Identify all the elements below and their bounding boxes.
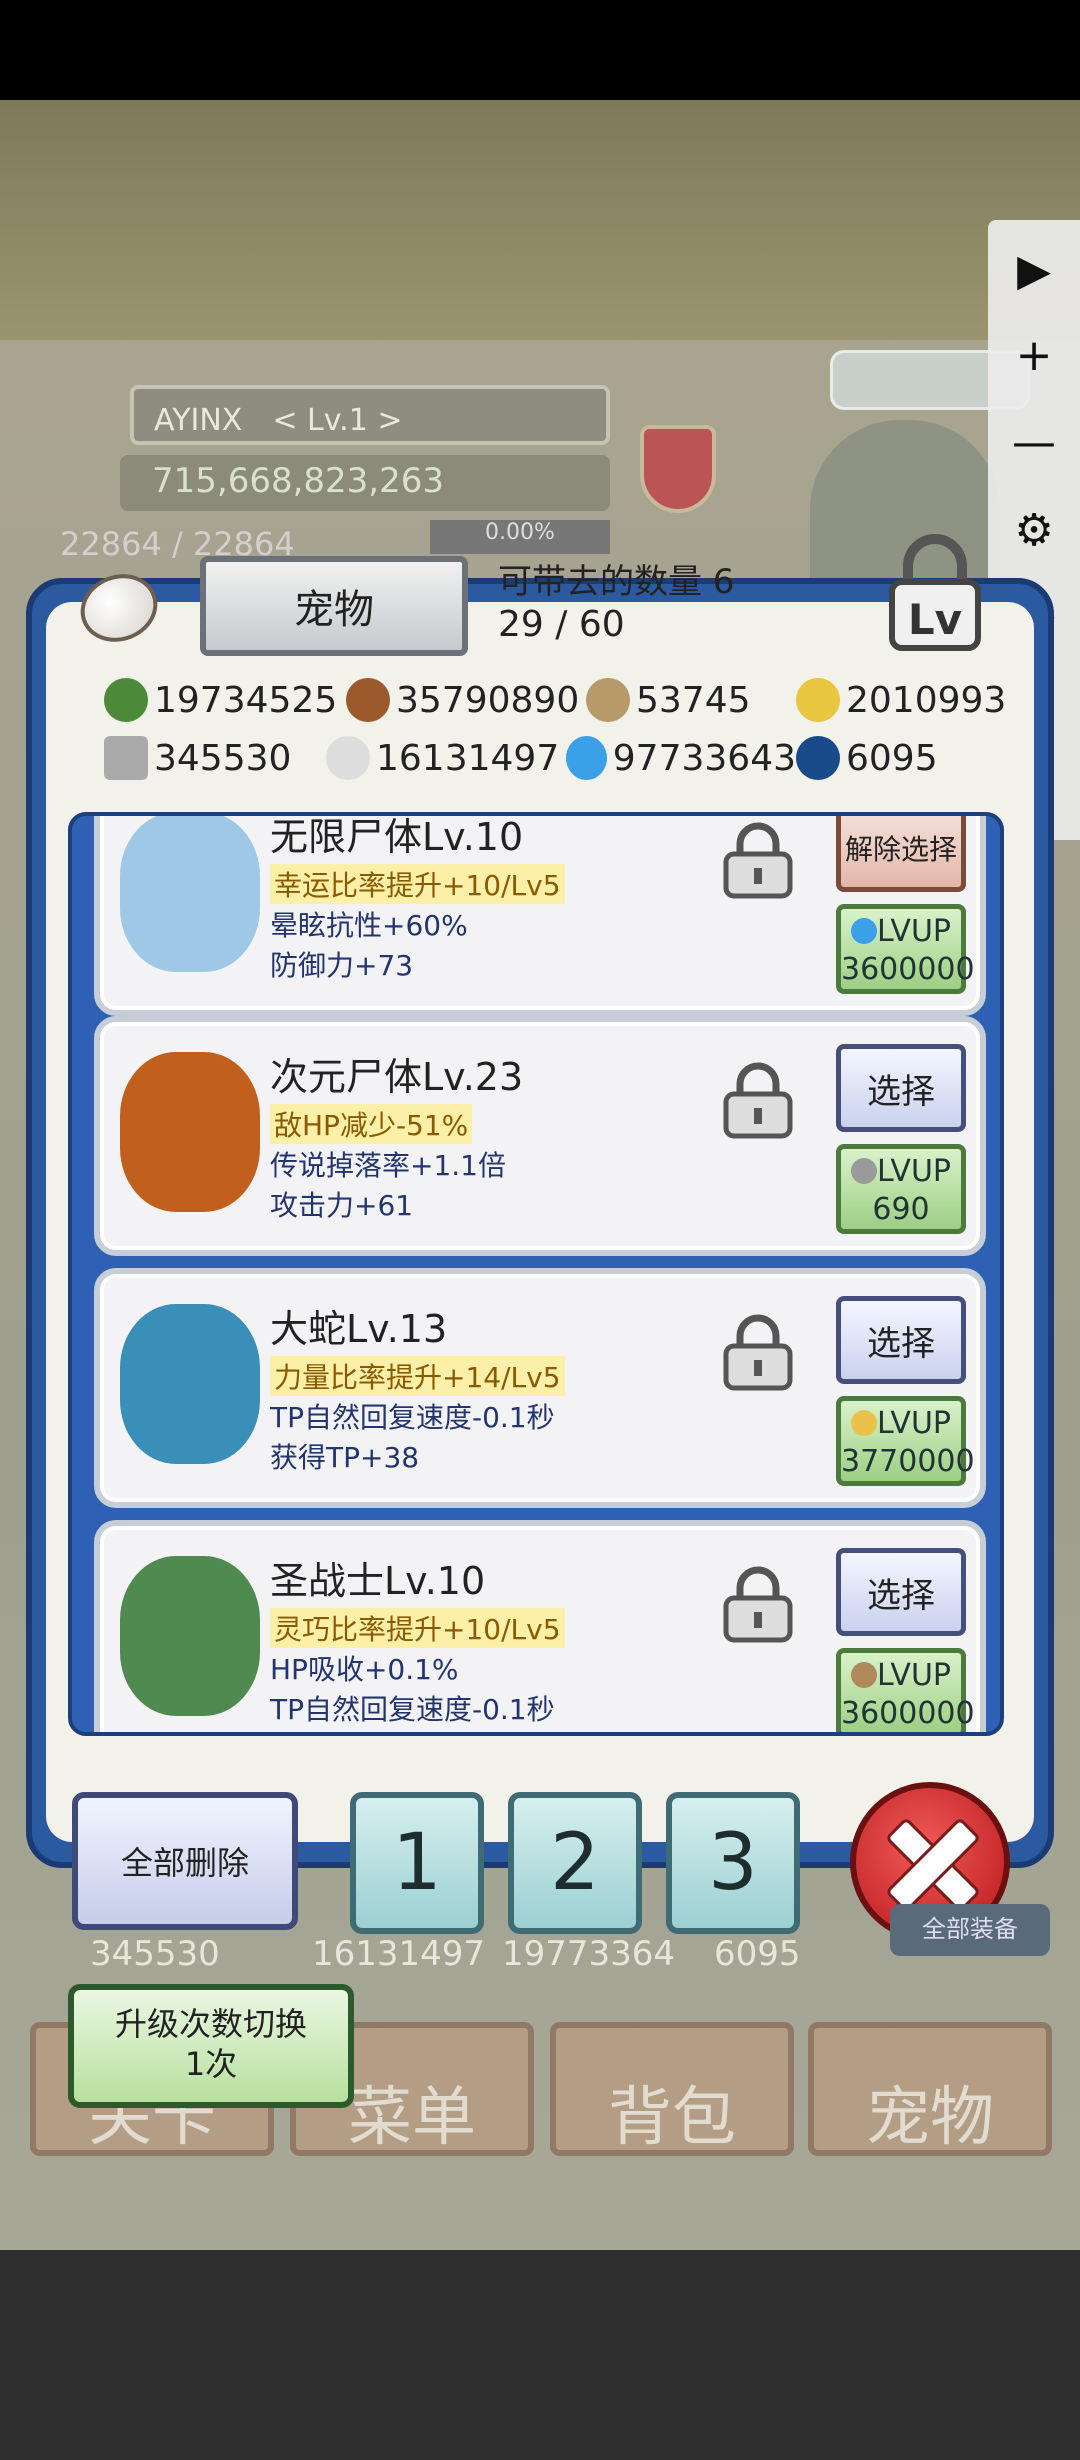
plus-icon[interactable]: + (988, 315, 1080, 395)
carry-ratio: 29 / 60 (498, 604, 625, 645)
drop-icon (796, 678, 840, 722)
lvup-button[interactable]: LVUP 3770000 (836, 1396, 975, 1486)
pet-stat-primary: 敌HP减少-51% (270, 1104, 473, 1144)
lvup-label: LVUP (877, 1658, 951, 1693)
pet-stat-primary: 力量比率提升+14/Lv5 (270, 1356, 565, 1396)
flame-icon (851, 918, 877, 944)
delete-all-button[interactable]: 全部删除 (72, 1792, 298, 1930)
drop-icon (851, 1410, 877, 1436)
resource-flame: 97733643 (612, 737, 796, 779)
lvup-cost: 3600000 (841, 1696, 975, 1731)
tab-bag[interactable]: 背包 (550, 2022, 794, 2156)
pet-stat-secondary: 晕眩抗性+60% (270, 909, 468, 942)
pet-stat-secondary: 传说掉落率+1.1倍 (270, 1149, 506, 1182)
deselect-button[interactable]: 解除选择 (836, 816, 966, 892)
pet-stat-secondary: TP自然回复速度-0.1秒 (270, 1401, 555, 1434)
carry-count-label: 可带去的数量 6 (498, 562, 735, 602)
resource-row-2: 345530 16131497 97733643 6095 (104, 736, 938, 780)
pet-name: 大蛇Lv.13 (270, 1307, 448, 1351)
lvup-label: LVUP (877, 914, 951, 949)
bottom-resource-row: 345530 16131497 19773364 6095 (46, 1934, 801, 1974)
lock-icon[interactable] (720, 1312, 796, 1392)
flame-icon (566, 736, 607, 780)
lvup-label: LVUP (877, 1154, 951, 1189)
preset-slot-3-button[interactable]: 3 (666, 1792, 800, 1934)
scene-background-bottom (0, 2250, 1080, 2460)
upgrade-toggle-title: 升级次数切换 (114, 2005, 307, 2043)
dialog-title: 宠物 (200, 556, 468, 656)
stone-icon (326, 736, 370, 780)
scene-background-top (0, 100, 1080, 340)
bottom-resource-stone: 16131497 (312, 1934, 486, 1974)
lock-level-icon[interactable]: Lv (880, 532, 990, 652)
minus-icon[interactable]: — (988, 402, 1080, 482)
lvup-button[interactable]: LVUP 690 (836, 1144, 966, 1234)
pet-card: 次元尸体Lv.23 敌HP减少-51% 传说掉落率+1.1倍 攻击力+61 选择… (94, 1016, 986, 1256)
pet-list[interactable]: 无限尸体Lv.10 幸运比率提升+10/Lv5 晕眩抗性+60% 防御力+73 … (68, 812, 1004, 1736)
pet-avatar (120, 1304, 260, 1464)
upgrade-count-toggle-button[interactable]: 升级次数切换 1次 (68, 1984, 354, 2108)
pet-name: 次元尸体Lv.23 (270, 1055, 524, 1099)
plank-icon (586, 678, 630, 722)
preset-slot-2-button[interactable]: 2 (508, 1792, 642, 1934)
plank-icon (851, 1662, 877, 1688)
player-name-bar: AYINX < Lv.1 > (130, 385, 610, 445)
lvup-cost: 3770000 (841, 1444, 975, 1479)
lvup-cost: 690 (872, 1192, 930, 1227)
bottom-resource-orb: 6095 (714, 1934, 801, 1974)
upgrade-toggle-value: 1次 (184, 2045, 238, 2083)
ingot-icon (104, 736, 148, 780)
pet-card: 大蛇Lv.13 力量比率提升+14/Lv5 TP自然回复速度-0.1秒 获得TP… (94, 1268, 986, 1508)
pet-stat-tertiary: 获得TP+38 (270, 1441, 420, 1474)
pet-stat-tertiary: 攻击力+61 (270, 1189, 414, 1222)
gear-icon[interactable]: ⚙ (988, 490, 1080, 570)
lock-icon[interactable] (720, 1564, 796, 1644)
exp-bar: 0.00% (430, 520, 610, 554)
lock-icon[interactable] (720, 820, 796, 900)
pet-name: 圣战士Lv.10 (270, 1559, 486, 1603)
pet-stat-primary: 幸运比率提升+10/Lv5 (270, 864, 565, 904)
resource-wood: 35790890 (396, 679, 580, 721)
equip-all-button: 全部装备 (890, 1904, 1050, 1956)
lvup-label: LVUP (877, 1406, 951, 1441)
resource-stone: 16131497 (376, 737, 560, 779)
resource-ingot: 345530 (154, 737, 292, 779)
pet-avatar (120, 1556, 260, 1716)
pet-card: 圣战士Lv.10 灵巧比率提升+10/Lv5 HP吸收+0.1% TP自然回复速… (94, 1520, 986, 1732)
tab-pet[interactable]: 宠物 (808, 2022, 1052, 2156)
pet-avatar (120, 816, 260, 972)
lvup-button[interactable]: LVUP 3600000 (836, 1648, 975, 1732)
select-button[interactable]: 选择 (836, 1548, 966, 1636)
pet-stat-secondary: HP吸收+0.1% (270, 1653, 459, 1686)
lock-icon[interactable] (720, 1060, 796, 1140)
pet-card: 无限尸体Lv.10 幸运比率提升+10/Lv5 晕眩抗性+60% 防御力+73 … (94, 815, 986, 1016)
bottom-resource-flame: 19773364 (502, 1934, 676, 1974)
lvup-cost: 3600000 (841, 952, 975, 987)
orb-icon (796, 736, 840, 780)
select-button[interactable]: 选择 (836, 1044, 966, 1132)
svg-text:Lv: Lv (908, 595, 962, 644)
wood-icon (346, 678, 390, 722)
resource-plank: 53745 (636, 679, 751, 721)
resource-row-1: 19734525 35790890 53745 2010993 (104, 678, 1006, 722)
resource-drop: 2010993 (846, 679, 1007, 721)
play-icon[interactable]: ▶ (988, 230, 1080, 310)
gold-counter: 715,668,823,263 (120, 455, 610, 511)
shield-icon (640, 425, 716, 513)
pet-avatar (120, 1052, 260, 1212)
pet-stat-primary: 灵巧比率提升+10/Lv5 (270, 1608, 565, 1648)
herb-icon (104, 678, 148, 722)
preset-slot-1-button[interactable]: 1 (350, 1792, 484, 1934)
pet-name: 无限尸体Lv.10 (270, 815, 524, 859)
lvup-button[interactable]: LVUP 3600000 (836, 904, 975, 994)
pet-stat-tertiary: TP自然回复速度-0.1秒 (270, 1693, 555, 1726)
pet-stat-tertiary: 防御力+73 (270, 949, 414, 982)
resource-orb: 6095 (846, 737, 938, 779)
stone-icon (851, 1158, 877, 1184)
bottom-resource-ingot: 345530 (90, 1934, 220, 1974)
select-button[interactable]: 选择 (836, 1296, 966, 1384)
resource-herb: 19734525 (154, 679, 338, 721)
